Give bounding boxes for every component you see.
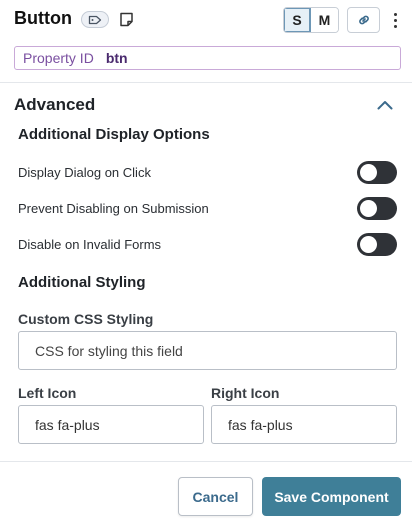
footer-divider <box>0 461 412 462</box>
option-label-prevent-disabling: Prevent Disabling on Submission <box>18 201 209 216</box>
size-s-button[interactable]: S <box>284 8 312 32</box>
save-component-button[interactable]: Save Component <box>262 477 401 516</box>
toggle-prevent-disabling[interactable] <box>357 197 397 220</box>
custom-css-label: Custom CSS Styling <box>18 311 154 327</box>
property-id-value: btn <box>105 50 128 66</box>
advanced-section-title[interactable]: Advanced <box>14 95 95 115</box>
chevron-up-icon[interactable] <box>376 98 394 112</box>
custom-css-input[interactable]: CSS for styling this field <box>18 331 397 370</box>
divider <box>0 82 412 83</box>
right-icon-value: fas fa-plus <box>228 416 293 433</box>
panel-header: Button S M <box>0 0 412 42</box>
cancel-button[interactable]: Cancel <box>178 477 253 516</box>
right-icon-input[interactable]: fas fa-plus <box>211 405 397 444</box>
option-label-disable-invalid: Disable on Invalid Forms <box>18 237 162 252</box>
left-icon-label: Left Icon <box>18 385 77 401</box>
link-button[interactable] <box>347 7 380 33</box>
property-id-field[interactable]: Property ID btn <box>14 46 401 70</box>
tag-icon[interactable] <box>81 11 109 28</box>
property-id-label: Property ID <box>23 50 94 66</box>
toggle-display-dialog[interactable] <box>357 161 397 184</box>
note-icon[interactable] <box>118 11 135 28</box>
right-icon-label: Right Icon <box>211 385 280 401</box>
component-title: Button <box>14 8 72 28</box>
option-label-display-dialog: Display Dialog on Click <box>18 165 151 180</box>
styling-title: Additional Styling <box>18 274 146 291</box>
link-icon <box>358 15 369 25</box>
toggle-disable-invalid[interactable] <box>357 233 397 256</box>
custom-css-placeholder: CSS for styling this field <box>35 342 183 359</box>
size-m-button[interactable]: M <box>311 8 338 32</box>
left-icon-input[interactable]: fas fa-plus <box>18 405 204 444</box>
display-options-title: Additional Display Options <box>18 126 210 143</box>
size-toggle-group: S M <box>283 7 339 33</box>
left-icon-value: fas fa-plus <box>35 416 100 433</box>
more-vertical-icon[interactable] <box>388 9 402 31</box>
